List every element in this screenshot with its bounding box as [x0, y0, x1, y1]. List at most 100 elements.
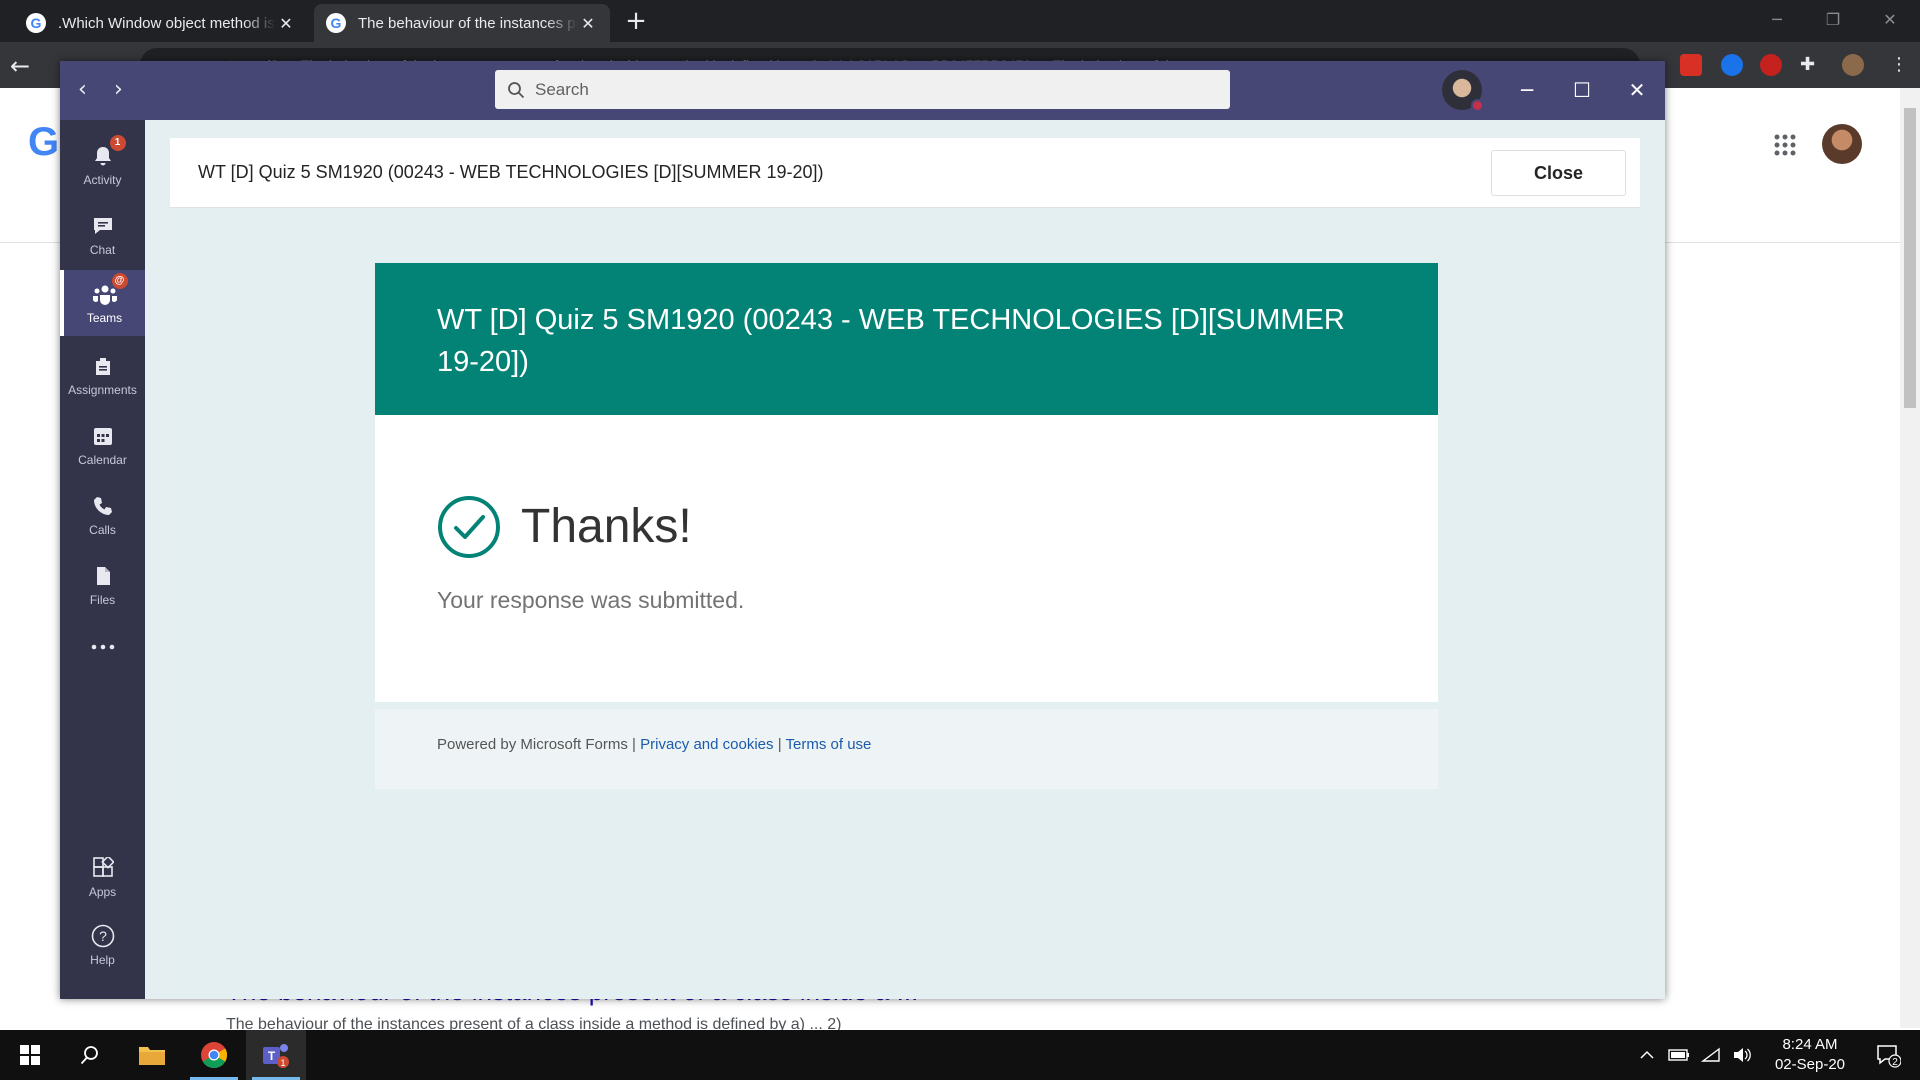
scrollbar-thumb[interactable] — [1904, 108, 1916, 408]
back-arrow-icon[interactable]: ← — [10, 52, 30, 80]
windows-taskbar: T 1 8:24 AM 02-Sep-20 2 — [0, 1030, 1920, 1080]
browser-restore-icon[interactable]: ❐ — [1818, 6, 1848, 34]
clock-date: 02-Sep-20 — [1774, 1056, 1846, 1073]
rail-item-label: Chat — [89, 243, 116, 257]
clock-time: 8:24 AM — [1782, 1036, 1838, 1053]
notification-count: 2 — [1892, 1057, 1898, 1068]
rail-item-calls[interactable]: Calls — [60, 482, 145, 548]
tray-chevron-icon[interactable] — [1632, 1030, 1662, 1080]
apps-icon — [90, 855, 116, 881]
mention-badge: @ — [111, 273, 128, 289]
browser-menu-icon[interactable]: ⋮ — [1888, 54, 1910, 76]
form-confirmation-card: Thanks! Your response was submitted. — [375, 415, 1438, 702]
activity-badge: 1 — [109, 135, 126, 151]
notification-icon: 2 — [1877, 1045, 1901, 1068]
battery-icon[interactable] — [1664, 1030, 1694, 1080]
teams-content: WT [D] Quiz 5 SM1920 (00243 - WEB TECHNO… — [145, 120, 1665, 999]
powered-by-text: Powered by Microsoft Forms | — [437, 736, 636, 753]
taskbar-search-button[interactable] — [60, 1030, 120, 1080]
terms-link[interactable]: Terms of use — [786, 736, 872, 753]
browser-tab-1[interactable]: G .Which Window object method is ✕ — [14, 4, 308, 42]
rail-item-apps[interactable]: Apps — [60, 844, 145, 910]
tab-title: .Which Window object method is — [58, 14, 275, 32]
tab-close-icon[interactable]: ✕ — [578, 14, 598, 33]
search-input[interactable] — [535, 79, 1215, 100]
form-title-banner: WT [D] Quiz 5 SM1920 (00243 - WEB TECHNO… — [375, 263, 1438, 415]
rail-item-label: Help — [90, 953, 115, 967]
close-button[interactable]: Close — [1491, 150, 1626, 196]
rail-item-label: Files — [89, 593, 116, 607]
notification-center-button[interactable]: 2 — [1862, 1030, 1914, 1080]
new-tab-button[interactable]: + — [622, 8, 650, 36]
thanks-heading: Thanks! — [521, 500, 692, 553]
taskbar-chrome[interactable] — [184, 1030, 244, 1080]
chat-icon — [90, 213, 116, 239]
presence-busy-icon — [1471, 99, 1484, 112]
profile-avatar[interactable] — [1842, 54, 1864, 76]
assignments-icon — [90, 353, 116, 379]
tab-title: The behaviour of the instances pr — [358, 14, 578, 32]
teams-search-box[interactable] — [495, 70, 1230, 109]
more-icon — [90, 634, 116, 660]
rail-item-label: Calls — [89, 523, 116, 537]
browser-tab-2[interactable]: G The behaviour of the instances pr ✕ — [314, 4, 610, 42]
start-button[interactable] — [0, 1030, 60, 1080]
google-logo: G — [28, 120, 60, 164]
page-scrollbar[interactable] — [1900, 88, 1920, 1028]
rail-item-label: Calendar — [78, 453, 127, 467]
google-apps-icon[interactable] — [1773, 133, 1797, 157]
taskbar-teams[interactable]: T 1 — [246, 1030, 306, 1080]
browser-minimize-icon[interactable]: ─ — [1762, 6, 1792, 34]
rail-item-help[interactable]: ? Help — [60, 912, 145, 978]
rail-item-files[interactable]: Files — [60, 552, 145, 618]
search-icon — [508, 81, 525, 98]
google-account-avatar[interactable] — [1822, 124, 1862, 164]
rail-item-assignments[interactable]: Assignments — [60, 342, 145, 408]
check-circle-icon — [438, 496, 500, 558]
extension-alert-icon[interactable] — [1760, 54, 1782, 76]
search-icon — [80, 1046, 98, 1065]
teams-icon: @ — [92, 273, 128, 307]
browser-close-icon[interactable]: ✕ — [1875, 6, 1905, 34]
system-clock[interactable]: 8:24 AM 02-Sep-20 — [1765, 1035, 1855, 1075]
folder-icon — [139, 1047, 165, 1065]
rail-item-label: Activity — [83, 173, 122, 187]
taskbar-file-explorer[interactable] — [122, 1030, 182, 1080]
teams-close-icon[interactable]: ✕ — [1622, 75, 1652, 105]
rail-item-chat[interactable]: Chat — [60, 202, 145, 268]
rail-item-label: Teams — [86, 311, 123, 325]
teams-minimize-icon[interactable]: ─ — [1512, 75, 1542, 105]
rail-item-teams[interactable]: @ Teams — [60, 270, 145, 336]
forms-container: WT [D] Quiz 5 SM1920 (00243 - WEB TECHNO… — [170, 208, 1640, 999]
extension-search-icon[interactable] — [1721, 54, 1743, 76]
tab-close-icon[interactable]: ✕ — [276, 14, 296, 33]
teams-window: ‹ › ─ ☐ ✕ 1 Activity Chat — [60, 61, 1665, 999]
rail-item-more[interactable] — [60, 616, 145, 682]
rail-item-activity[interactable]: 1 Activity — [60, 132, 145, 198]
form-footer: Powered by Microsoft Forms | Privacy and… — [375, 709, 1438, 789]
files-icon — [90, 563, 116, 589]
teams-back-icon[interactable]: ‹ — [78, 77, 87, 102]
teams-forward-icon[interactable]: › — [114, 77, 123, 102]
rail-item-calendar[interactable]: Calendar — [60, 412, 145, 478]
bell-icon: 1 — [90, 135, 126, 169]
extension-red-icon[interactable] — [1680, 54, 1702, 76]
teams-app-icon: T 1 — [263, 1044, 289, 1068]
volume-icon[interactable] — [1727, 1030, 1757, 1080]
svg-text:T: T — [268, 1049, 276, 1063]
teams-taskbar-badge: 1 — [280, 1058, 285, 1068]
svg-text:?: ? — [99, 928, 107, 944]
teams-user-avatar[interactable] — [1442, 70, 1484, 112]
wifi-icon[interactable] — [1696, 1030, 1726, 1080]
panel-title: WT [D] Quiz 5 SM1920 (00243 - WEB TECHNO… — [198, 162, 824, 182]
privacy-link[interactable]: Privacy and cookies — [640, 736, 773, 753]
teams-title-bar: ‹ › ─ ☐ ✕ — [60, 61, 1665, 120]
teams-maximize-icon[interactable]: ☐ — [1567, 75, 1597, 105]
extensions-puzzle-icon[interactable]: ✚ — [1800, 54, 1822, 76]
google-favicon-icon: G — [326, 13, 346, 33]
teams-app-rail: 1 Activity Chat @ Teams Assignments Cale… — [60, 120, 145, 999]
footer-separator: | — [777, 736, 782, 753]
rail-item-label: Apps — [88, 885, 117, 899]
submission-message: Your response was submitted. — [437, 587, 745, 613]
form-panel-header: WT [D] Quiz 5 SM1920 (00243 - WEB TECHNO… — [170, 138, 1640, 208]
